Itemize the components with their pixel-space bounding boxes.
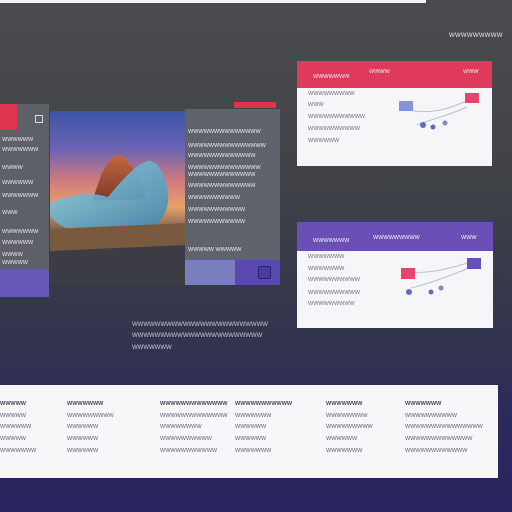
left-panel-line: WWWWWW (2, 180, 34, 186)
table-header-cell[interactable]: WWWWWWW (67, 401, 103, 407)
card-line: WWWWWWW (308, 254, 345, 260)
caption-line: WWWWWWW (132, 345, 172, 351)
connection-graphic (399, 93, 479, 130)
card-line: WWWWWWWWW (308, 91, 355, 97)
card-line: WWWWWWWWWW (308, 126, 360, 132)
left-panel-line: WWWWWWW (2, 193, 39, 199)
detail-line: WWWWW WWWWW (188, 247, 242, 253)
left-panel-line: WWWWWW (2, 137, 34, 143)
caption-line: WWWWWWWWWWWWWWWWWWWWWWW (132, 333, 263, 339)
table-cell: WWWWWWWWWW (405, 413, 457, 419)
table-header-cell[interactable]: WWWWWWW (405, 401, 441, 407)
card-title: WWWWWWW (313, 74, 350, 80)
table-cell: WWWWW (0, 413, 26, 419)
card-meta: WWW (463, 69, 479, 75)
table-cell: WWWWWWW (235, 448, 272, 454)
top-bar (0, 0, 426, 3)
detail-line: WWWWWWWWWWWWW (188, 183, 256, 189)
table-cell: WWWWWWW (0, 448, 37, 454)
table-header-cell[interactable]: WWWWWWWWWWWWW (160, 401, 228, 407)
left-panel-line: WWWWWWW (2, 147, 39, 153)
header-label[interactable]: WWWWWWWWW (449, 33, 503, 39)
table-cell: WWWWWWWWWWW (160, 448, 218, 454)
table-cell: WWWWWWWWWW (160, 436, 212, 442)
table-cell: WWWWWWWWW (67, 413, 114, 419)
table-cell: WWWWWWWWWWWWW (405, 436, 473, 442)
table-cell: WWWWWW (235, 436, 267, 442)
table-header-cell[interactable]: WWWWWWW (326, 401, 362, 407)
card-header: WWWWWWW WWWW WWW (297, 61, 492, 88)
card-meta: WWW (461, 235, 477, 241)
card-header: WWWWWWW WWWWWWWWW WWW (297, 222, 493, 251)
table-cell: WWWWWW (67, 448, 99, 454)
table-header-cell[interactable]: WWWWW (0, 401, 26, 407)
table-cell: WWWWWW (0, 424, 32, 430)
card-line: WWWWWW (308, 138, 340, 144)
card-subtitle: WWWWWWWWW (373, 235, 420, 241)
card-line: WWWWWWW (308, 266, 345, 272)
detail-line: WWWWWWWWWW (188, 195, 240, 201)
square-icon (258, 266, 271, 279)
left-panel-line: WWWW (2, 252, 23, 258)
table-cell: WWWWWWWWWWWWW (160, 413, 228, 419)
table-cell: WWWWWWWWW (326, 424, 373, 430)
table-cell: WWWWWWWW (326, 413, 368, 419)
detail-line: WWWWWWWWWWWWW (188, 172, 256, 178)
card-title: WWWWWWW (313, 238, 350, 244)
detail-line: WWWWWWWWWWWWWW (188, 129, 261, 135)
left-panel-line: WWWWW (2, 260, 28, 266)
table-cell: WWWWWW (67, 424, 99, 430)
info-card-purple[interactable]: WWWWWWW WWWWWWWWW WWW WWWWWWW WWWWWWW WW… (297, 222, 493, 328)
checkbox-icon[interactable] (35, 115, 43, 123)
table-cell: WWWWWWWW (160, 424, 202, 430)
table-cell: WWWWWWWWWWWW (405, 448, 468, 454)
card-line: WWWWWWWWW (308, 301, 355, 307)
detail-line: WWWWWWWWWWW (188, 219, 246, 225)
mountain-landscape-illustration (50, 155, 186, 285)
table-cell: WWWWWWW (326, 448, 363, 454)
red-accent-strip (0, 104, 17, 130)
detail-line: WWWWWWWWWWWWWW (188, 165, 261, 171)
left-panel-line: WWW (2, 210, 18, 216)
table-cell: WWWWWWWWWWWWWWW (405, 424, 483, 430)
preview-tile[interactable] (185, 260, 235, 285)
left-panel-line: WWWWWW (2, 240, 34, 246)
table-cell: WWWWWW (235, 424, 267, 430)
left-panel-line: WWWWWWW (2, 229, 39, 235)
hero-image (50, 111, 186, 285)
left-panel-button[interactable] (0, 270, 49, 297)
card-line: WWW (308, 102, 324, 108)
table-cell: WWWWWW (67, 436, 99, 442)
detail-line: WWWWWWWWWWW (188, 207, 246, 213)
table-cell: WWWWWWW (235, 413, 272, 419)
table-cell: WWWWW (0, 436, 26, 442)
left-panel-line: WWWW (2, 165, 23, 171)
connection-graphic (401, 258, 481, 295)
data-table: WWWWW WWWWW WWWWWW WWWWW WWWWWWW WWWWWWW… (0, 385, 498, 478)
left-panel: WWWWWW WWWWWWW WWWW WWWWWW WWWWWWW WWW W… (0, 104, 49, 297)
table-cell: WWWWWW (326, 436, 358, 442)
table-header-cell[interactable]: WWWWWWWWWWW (235, 401, 292, 407)
card-line: WWWWWWWWWW (308, 277, 360, 283)
action-tile[interactable] (235, 260, 280, 285)
card-line: WWWWWWWWWW (308, 290, 360, 296)
caption-line: WWWWWWWWWWWWWWWWWWWWWWWW (132, 322, 268, 328)
detail-panel: WWWWWWWWWWWWWW WWWWWWWWWWWWWWW WWWWWWWWW… (185, 109, 280, 285)
detail-line: WWWWWWWWWWWWW (188, 153, 256, 159)
card-line: WWWWWWWWWWW (308, 114, 366, 120)
detail-line: WWWWWWWWWWWWWWW (188, 143, 266, 149)
red-accent-tab (234, 102, 276, 108)
info-card-red[interactable]: WWWWWWW WWWW WWW WWWWWWWWW WWW WWWWWWWWW… (297, 61, 492, 166)
card-subtitle: WWWW (369, 69, 390, 75)
